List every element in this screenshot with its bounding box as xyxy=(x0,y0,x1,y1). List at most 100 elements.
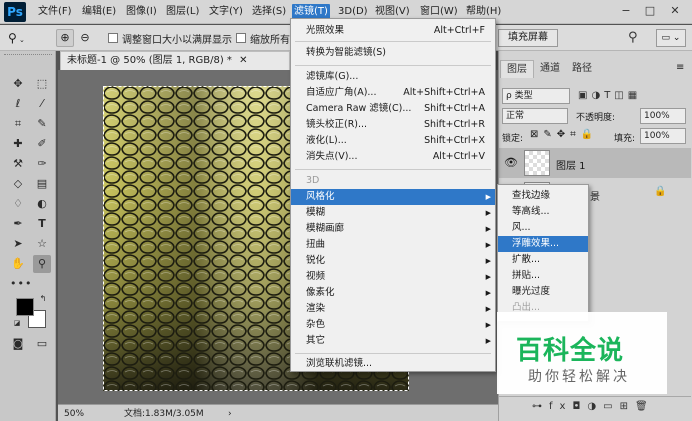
magic-wand-tool-icon[interactable]: ⁄ xyxy=(34,96,50,112)
screen-mode-icon[interactable]: ▭ xyxy=(34,336,50,352)
submenu-item-contour[interactable]: 等高线... xyxy=(498,204,588,220)
menu-item-lens-correction[interactable]: 镜头校正(R)... Shift+Ctrl+R xyxy=(291,117,495,133)
fill-field[interactable]: 100% xyxy=(640,128,686,144)
layer-name[interactable]: 图层 1 xyxy=(556,157,586,172)
crop-tool-icon[interactable]: ⌗ xyxy=(10,116,26,132)
menu-item-stylize[interactable]: 风格化 ▶ xyxy=(291,189,495,205)
tab-paths[interactable]: 路径 xyxy=(566,60,598,78)
menu-item-other[interactable]: 其它 ▶ xyxy=(291,333,495,349)
submenu-item-solarize[interactable]: 曝光过度 xyxy=(498,284,588,300)
submenu-item-find-edges[interactable]: 查找边缘 xyxy=(498,188,588,204)
fill-screen-button[interactable]: 填充屏幕 xyxy=(498,29,558,47)
zoom-tool-preset[interactable]: ⚲ ⌄ xyxy=(8,30,38,46)
shape-filter-icon: ◫ xyxy=(614,90,628,101)
history-brush-tool-icon[interactable]: ✑ xyxy=(34,156,50,172)
minimize-button[interactable]: − xyxy=(616,3,636,19)
submenu-arrow-icon: ▶ xyxy=(485,209,491,217)
close-window-button[interactable]: ✕ xyxy=(665,3,685,19)
more-tools-icon[interactable]: ••• xyxy=(10,276,31,292)
lasso-tool-icon[interactable]: ℓ xyxy=(10,96,26,112)
eraser-tool-icon[interactable]: ◇ xyxy=(10,176,26,192)
gradient-tool-icon[interactable]: ▤ xyxy=(34,176,50,192)
clone-stamp-tool-icon[interactable]: ⚒ xyxy=(10,156,26,172)
resize-window-checkbox[interactable] xyxy=(108,33,118,43)
menu-item-video[interactable]: 视频 ▶ xyxy=(291,269,495,285)
watermark-subtitle: 助你轻松解决 xyxy=(528,369,630,385)
submenu-item-tiles[interactable]: 拼贴... xyxy=(498,268,588,284)
menu-item-noise[interactable]: 杂色 ▶ xyxy=(291,317,495,333)
default-colors-icon[interactable]: ◪ xyxy=(12,318,22,328)
toolbar-grip[interactable] xyxy=(4,54,52,58)
menu-item-pixelate[interactable]: 像素化 ▶ xyxy=(291,285,495,301)
marquee-tool-icon[interactable]: ⬚ xyxy=(34,76,50,92)
workspace-icon: ▭ xyxy=(661,33,671,43)
shape-tool-icon[interactable]: ☆ xyxy=(34,236,50,252)
menu-item-adaptive-wide-angle[interactable]: 自适应广角(A)... Alt+Shift+Ctrl+A xyxy=(291,85,495,101)
foreground-color-swatch[interactable] xyxy=(16,298,34,316)
path-selection-tool-icon[interactable]: ➤ xyxy=(10,236,26,252)
healing-brush-tool-icon[interactable]: ✚ xyxy=(10,136,26,152)
tab-layers[interactable]: 图层 xyxy=(500,60,534,78)
maximize-button[interactable]: □ xyxy=(640,3,660,19)
submenu-item-diffuse[interactable]: 扩散... xyxy=(498,252,588,268)
zoom-all-checkbox[interactable] xyxy=(236,33,246,43)
panel-menu-icon[interactable]: ≡ xyxy=(676,62,684,73)
eyedropper-tool-icon[interactable]: ✎ xyxy=(34,116,50,132)
menu-edit[interactable]: 编辑(E) xyxy=(80,4,118,20)
search-icon[interactable]: ⚲ xyxy=(628,29,644,47)
submenu-item-wind[interactable]: 风... xyxy=(498,220,588,236)
menu-item-render[interactable]: 渲染 ▶ xyxy=(291,301,495,317)
blur-tool-icon[interactable]: ♢ xyxy=(10,196,26,212)
submenu-arrow-icon: ▶ xyxy=(485,193,491,201)
menu-item-camera-raw[interactable]: Camera Raw 滤镜(C)... Shift+Ctrl+A xyxy=(291,101,495,117)
zoom-in-button[interactable]: ⊕ xyxy=(56,29,74,47)
layer-kind-filter[interactable]: ρ 类型 xyxy=(502,88,570,104)
zoom-tool-icon[interactable]: ⚲ xyxy=(33,255,51,273)
menu-item-convert-smart-filters[interactable]: 转换为智能滤镜(S) xyxy=(291,45,495,61)
lock-icons[interactable]: ⊠✎✥⌗🔒 xyxy=(530,129,610,140)
brush-tool-icon[interactable]: ✐ xyxy=(34,136,50,152)
layer-actions[interactable]: ⊶fx◘◑▭⊞🗑 xyxy=(532,401,682,412)
quick-mask-icon[interactable]: ◙ xyxy=(10,336,26,352)
document-tab[interactable]: 未标题-1 @ 50% (图层 1, RGB/8) * ✕ xyxy=(60,51,290,70)
mask-icon: ◘ xyxy=(572,401,588,412)
chevron-right-icon[interactable]: › xyxy=(228,406,232,421)
background-layer-name[interactable]: 景 xyxy=(590,188,600,203)
workspace-switcher[interactable]: ▭ ⌄ xyxy=(656,29,686,47)
menu-layer[interactable]: 图层(L) xyxy=(164,4,201,20)
swap-colors-icon[interactable]: ↰ xyxy=(38,294,48,304)
menu-item-blur[interactable]: 模糊 ▶ xyxy=(291,205,495,221)
menu-item-browse-filters-online[interactable]: 浏览联机滤镜... xyxy=(291,356,495,372)
menu-item-sharpen[interactable]: 锐化 ▶ xyxy=(291,253,495,269)
submenu-arrow-icon: ▶ xyxy=(485,225,491,233)
menu-item-blur-gallery[interactable]: 模糊画廊 ▶ xyxy=(291,221,495,237)
tab-channels[interactable]: 通道 xyxy=(534,60,566,78)
pen-tool-icon[interactable]: ✒ xyxy=(10,216,26,232)
menu-item-filter-gallery[interactable]: 滤镜库(G)... xyxy=(291,69,495,85)
close-icon[interactable]: ✕ xyxy=(239,55,247,66)
menu-item-lighting-effects[interactable]: 光照效果 Alt+Ctrl+F xyxy=(291,23,495,39)
menu-type[interactable]: 文字(Y) xyxy=(207,4,245,20)
eye-icon[interactable]: 👁 xyxy=(504,156,518,169)
dodge-tool-icon[interactable]: ◐ xyxy=(34,196,50,212)
menu-select[interactable]: 选择(S) xyxy=(250,4,288,20)
menu-item-liquify[interactable]: 液化(L)... Shift+Ctrl+X xyxy=(291,133,495,149)
menu-item-distort[interactable]: 扭曲 ▶ xyxy=(291,237,495,253)
menu-item-vanishing-point[interactable]: 消失点(V)... Alt+Ctrl+V xyxy=(291,149,495,165)
submenu-item-emboss[interactable]: 浮雕效果... xyxy=(498,236,588,252)
menu-item-label: 像素化 xyxy=(306,287,335,298)
menu-item-label: 扭曲 xyxy=(306,239,326,250)
menu-item-label: 镜头校正(R)... xyxy=(306,119,368,130)
zoom-level[interactable]: 50% xyxy=(64,406,84,421)
type-tool-icon[interactable]: T xyxy=(34,216,50,232)
blend-mode-select[interactable]: 正常 xyxy=(502,108,568,124)
layer-filter-icons[interactable]: ▣◑T◫▦ xyxy=(578,88,688,104)
move-tool-icon[interactable]: ✥ xyxy=(10,76,26,92)
menu-image[interactable]: 图像(I) xyxy=(124,4,159,20)
opacity-field[interactable]: 100% xyxy=(640,108,686,124)
zoom-out-button[interactable]: ⊖ xyxy=(76,29,94,47)
menu-file[interactable]: 文件(F) xyxy=(36,4,74,20)
menu-item-label: 滤镜库(G)... xyxy=(306,71,359,82)
submenu-arrow-icon: ▶ xyxy=(485,257,491,265)
hand-tool-icon[interactable]: ✋ xyxy=(10,256,26,272)
